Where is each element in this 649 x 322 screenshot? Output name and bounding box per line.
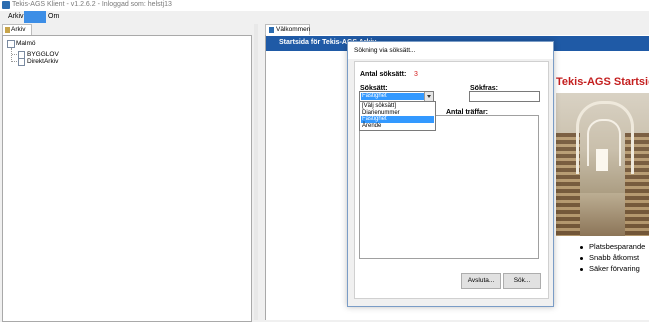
- app-icon: [2, 1, 10, 9]
- tree-node-bygglov[interactable]: BYGGLOV: [27, 51, 59, 58]
- archive-icon: [5, 27, 10, 33]
- method-select-value: Fastighet: [361, 93, 424, 100]
- search-button[interactable]: Sök...: [503, 273, 541, 289]
- tree-connector: [12, 61, 17, 62]
- menu-visa[interactable]: Visa: [24, 11, 46, 23]
- dialog-titlebar[interactable]: Sökning via söksätt...: [348, 42, 553, 59]
- window-title: Tekis-AGS Klient - v1.2.6.2 - Inloggad s…: [12, 1, 172, 8]
- count-label: Antal söksätt:: [360, 71, 407, 78]
- tree-connector: [11, 48, 13, 62]
- library-photo: [556, 93, 649, 236]
- method-option[interactable]: Ärende: [361, 123, 434, 130]
- count-value: 3: [414, 71, 418, 78]
- panel-splitter[interactable]: [254, 24, 258, 320]
- start-page-heading: Tekis-AGS Startsida: [556, 76, 649, 88]
- method-dropdown: [Välj söksätt] Diarienummer Fastighet Är…: [359, 101, 436, 131]
- phrase-input[interactable]: [469, 91, 540, 102]
- menu-om[interactable]: Om: [44, 11, 63, 23]
- tab-valkommen-label: Välkommen: [276, 26, 311, 33]
- hits-list[interactable]: [359, 115, 539, 259]
- document-icon: [18, 58, 25, 66]
- tree-node-root[interactable]: Malmö: [16, 40, 36, 47]
- cancel-button[interactable]: Avsluta...: [461, 273, 501, 289]
- bullet-item: Snabb åtkomst: [580, 253, 639, 262]
- bullet-item: Platsbesparande: [580, 242, 645, 251]
- tab-arkiv-label: Arkiv: [11, 26, 26, 33]
- menu-bar: Arkiv Visa Om: [0, 11, 649, 23]
- tree-connector: [12, 54, 17, 55]
- dialog-title: Sökning via söksätt...: [354, 47, 416, 54]
- window-titlebar: Tekis-AGS Klient - v1.2.6.2 - Inloggad s…: [0, 0, 649, 11]
- home-icon: [269, 27, 274, 33]
- bullet-item: Säker förvaring: [580, 264, 640, 273]
- folder-icon: [7, 40, 15, 48]
- chevron-down-icon[interactable]: [424, 92, 433, 101]
- tree-node-direktarkiv[interactable]: DirektArkiv: [27, 58, 58, 65]
- archive-tree[interactable]: Malmö BYGGLOV DirektArkiv: [2, 35, 252, 322]
- search-dialog: Sökning via söksätt... Antal söksätt: 3 …: [347, 41, 554, 307]
